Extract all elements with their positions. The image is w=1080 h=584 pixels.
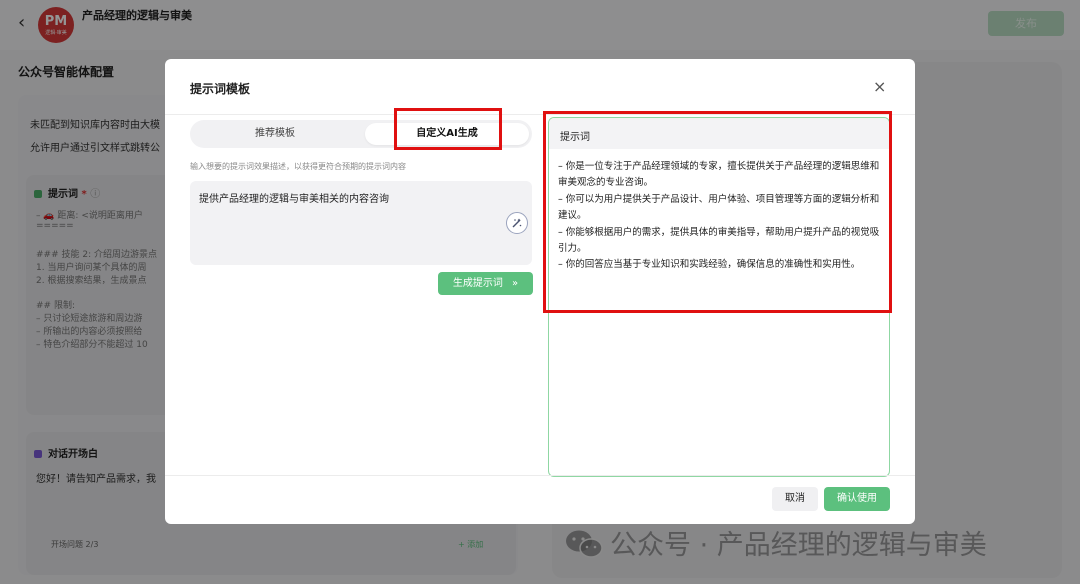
prompt-description-input[interactable]: 提供产品经理的逻辑与审美相关的内容咨询 xyxy=(190,181,532,265)
cancel-button[interactable]: 取消 xyxy=(772,487,818,511)
confirm-use-button[interactable]: 确认使用 xyxy=(824,487,890,511)
input-hint: 输入想要的提示词效果描述，以获得更符合预期的提示词内容 xyxy=(190,162,406,171)
magic-wand-icon[interactable] xyxy=(506,212,528,234)
generate-label: 生成提示词 xyxy=(452,278,503,289)
highlight-box-result xyxy=(543,111,892,313)
highlight-box-tab xyxy=(394,108,502,150)
tab-recommended[interactable]: 推荐模板 xyxy=(193,123,357,145)
footer-divider xyxy=(165,475,915,476)
prompt-description-value: 提供产品经理的逻辑与审美相关的内容咨询 xyxy=(199,194,389,205)
generate-prompt-button[interactable]: 生成提示词 » xyxy=(438,272,533,295)
modal-title: 提示词模板 xyxy=(190,82,251,96)
double-chevron-right-icon: » xyxy=(512,278,519,289)
close-icon[interactable]: × xyxy=(873,77,886,96)
